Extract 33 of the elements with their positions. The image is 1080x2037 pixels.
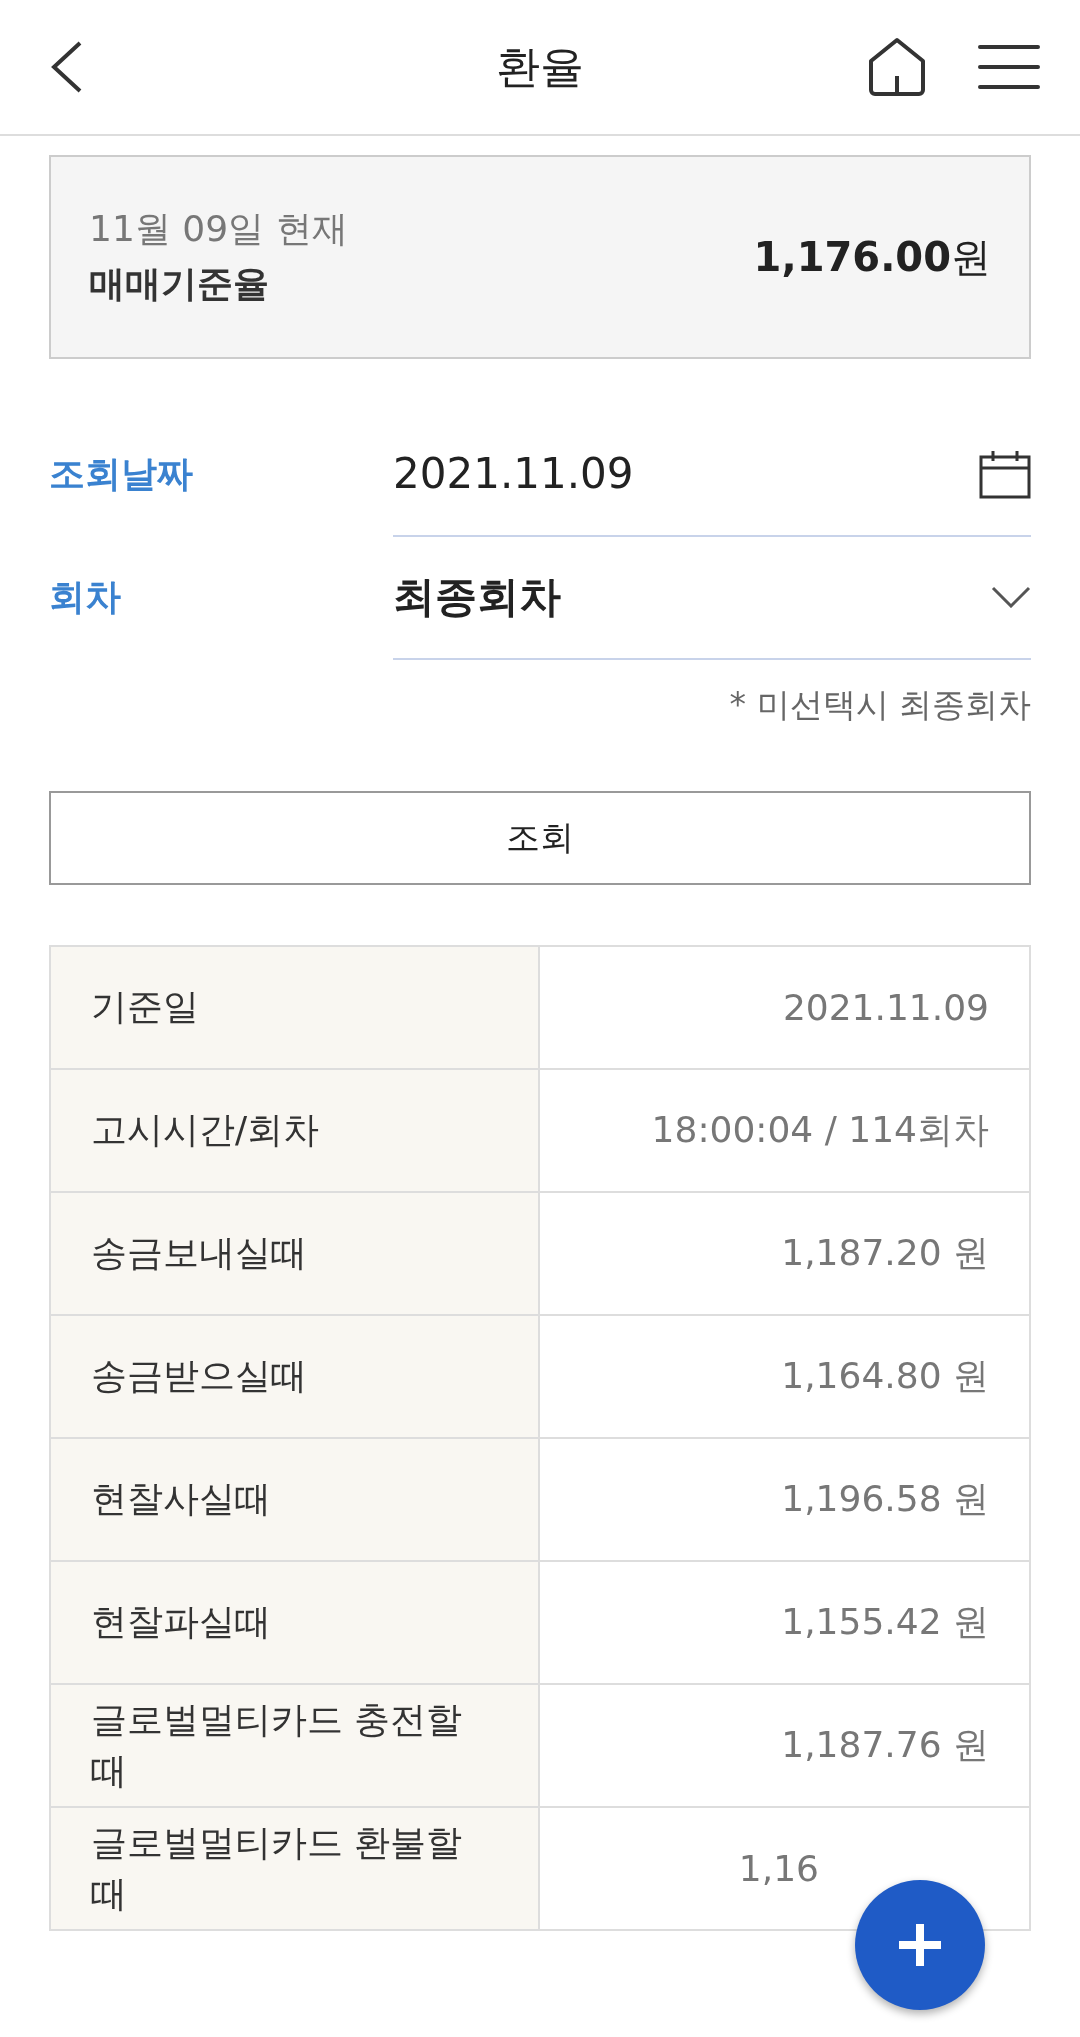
search-button[interactable]: 조회 bbox=[49, 791, 1031, 885]
row-value: 1,187.76 원 bbox=[781, 1723, 989, 1767]
row-label: 글로벌멀티카드 충전할때 bbox=[91, 1698, 464, 1793]
summary-date: 11월 09일 현재 bbox=[89, 207, 348, 251]
row-label: 현찰파실때 bbox=[91, 1600, 271, 1645]
page-title: 환율 bbox=[496, 39, 584, 94]
row-value: 1,187.20 원 bbox=[781, 1231, 989, 1275]
chevron-down-icon bbox=[991, 585, 1031, 608]
add-button[interactable] bbox=[855, 1880, 985, 2010]
row-label: 송금보내실때 bbox=[91, 1231, 307, 1276]
calendar-icon[interactable] bbox=[979, 448, 1031, 499]
menu-icon[interactable] bbox=[978, 43, 1040, 91]
home-icon[interactable] bbox=[866, 36, 928, 98]
row-value: 18:00:04 / 114회차 bbox=[651, 1108, 989, 1152]
field-label: 회차 bbox=[49, 575, 122, 619]
row-label: 송금받으실때 bbox=[91, 1354, 307, 1399]
round-select[interactable]: 최종회차 bbox=[393, 535, 1031, 660]
row-value: 1,196.58 원 bbox=[781, 1477, 989, 1521]
row-value: 1,164.80 원 bbox=[781, 1354, 989, 1398]
note-text: * 미선택시 최종회차 bbox=[728, 684, 1031, 726]
rate-amount: 1,176.00원 bbox=[753, 232, 991, 282]
row-label: 현찰사실때 bbox=[91, 1477, 271, 1522]
row-label: 고시시간/회차 bbox=[91, 1108, 320, 1153]
back-icon[interactable] bbox=[50, 41, 84, 93]
row-label: 기준일 bbox=[91, 985, 199, 1030]
field-label: 조회날짜 bbox=[49, 452, 194, 496]
plus-icon bbox=[897, 1922, 943, 1968]
summary-label: 매매기준율 bbox=[89, 262, 270, 306]
row-value: 1,155.42 원 bbox=[781, 1600, 989, 1644]
row-value: 2021.11.09 bbox=[782, 987, 989, 1028]
date-field[interactable]: 2021.11.09 bbox=[393, 412, 1031, 537]
row-value: 1,16 bbox=[738, 1848, 819, 1889]
row-label: 글로벌멀티카드 환불할때 bbox=[91, 1821, 464, 1916]
